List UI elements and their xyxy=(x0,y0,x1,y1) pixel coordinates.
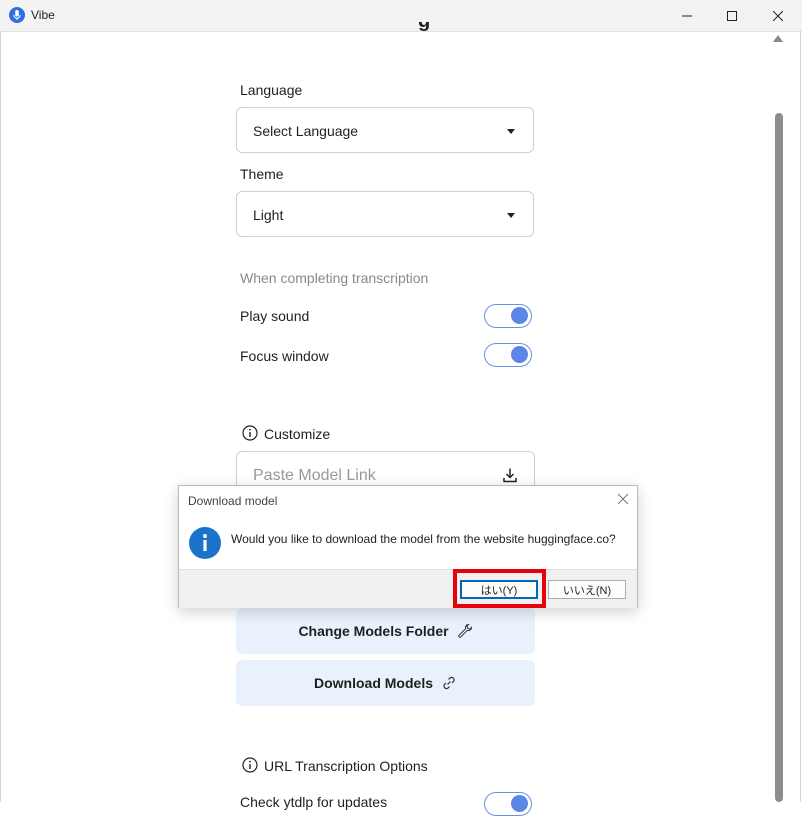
language-select[interactable]: Select Language xyxy=(236,107,534,153)
chevron-down-icon xyxy=(507,129,515,134)
clipped-heading-fragment: g xyxy=(418,22,430,32)
download-model-dialog: Download model Would you like to downloa… xyxy=(178,485,638,608)
no-button[interactable]: いいえ(N) xyxy=(548,580,626,599)
language-label: Language xyxy=(240,82,303,98)
focus-window-toggle[interactable] xyxy=(484,343,532,367)
download-models-button[interactable]: Download Models xyxy=(236,660,535,706)
dialog-message: Would you like to download the model fro… xyxy=(231,532,616,546)
toggle-knob xyxy=(511,307,528,324)
close-window-button[interactable] xyxy=(755,0,801,31)
play-sound-label: Play sound xyxy=(240,308,310,324)
scroll-up-arrow-icon[interactable] xyxy=(773,35,783,42)
title-bar: Vibe xyxy=(0,0,802,32)
theme-select-value: Light xyxy=(253,207,284,223)
scrollbar-thumb[interactable] xyxy=(775,113,783,802)
theme-label: Theme xyxy=(240,166,284,182)
close-icon xyxy=(773,10,783,21)
toggle-knob xyxy=(511,795,528,812)
download-models-label: Download Models xyxy=(314,675,433,691)
toggle-knob xyxy=(511,346,528,363)
language-select-value: Select Language xyxy=(253,123,359,139)
customize-label: Customize xyxy=(264,426,331,442)
wrench-icon xyxy=(457,623,472,638)
change-models-folder-button[interactable]: Change Models Folder xyxy=(236,608,535,654)
maximize-button[interactable] xyxy=(709,0,755,31)
download-icon[interactable] xyxy=(502,467,518,483)
focus-window-label: Focus window xyxy=(240,348,329,364)
model-link-placeholder: Paste Model Link xyxy=(253,467,376,484)
window-title: Vibe xyxy=(31,8,55,22)
url-options-label: URL Transcription Options xyxy=(264,758,428,774)
info-icon xyxy=(242,425,258,441)
theme-select[interactable]: Light xyxy=(236,191,534,237)
minimize-icon xyxy=(682,15,692,16)
play-sound-toggle[interactable] xyxy=(484,304,532,328)
info-icon xyxy=(242,757,258,773)
no-button-label: いいえ(N) xyxy=(562,584,612,597)
change-models-folder-label: Change Models Folder xyxy=(298,623,449,639)
maximize-icon xyxy=(727,10,737,21)
link-icon xyxy=(443,676,455,690)
dialog-title: Download model xyxy=(188,494,278,508)
completion-heading: When completing transcription xyxy=(240,270,429,286)
microphone-icon xyxy=(9,7,25,23)
minimize-button[interactable] xyxy=(664,0,710,31)
highlight-box xyxy=(453,569,546,608)
check-ytdlp-toggle[interactable] xyxy=(484,792,532,816)
check-ytdlp-label: Check ytdlp for updates xyxy=(240,794,388,810)
close-icon[interactable] xyxy=(617,493,629,505)
dialog-footer: はい(Y) いいえ(N) xyxy=(179,569,637,608)
chevron-down-icon xyxy=(507,213,515,218)
info-icon xyxy=(189,527,221,559)
